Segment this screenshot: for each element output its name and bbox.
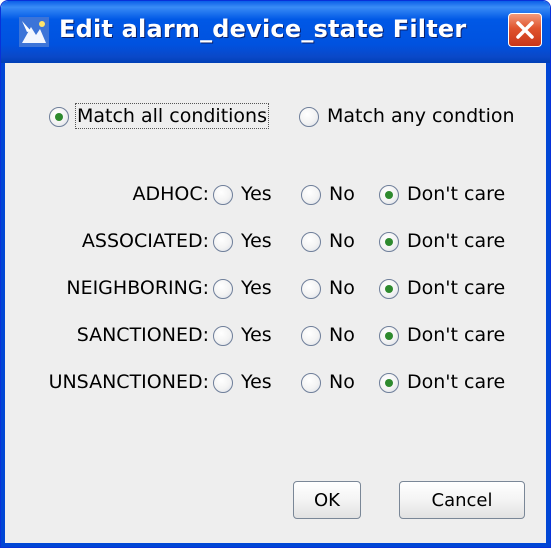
- title-bar[interactable]: Edit alarm_device_state Filter: [1, 1, 550, 63]
- option-label-no: No: [329, 324, 355, 346]
- close-x-icon: [516, 21, 534, 39]
- match-all-radio[interactable]: [49, 107, 69, 127]
- option-label-dontcare: Don't care: [407, 277, 506, 299]
- option-label-yes: Yes: [241, 324, 272, 346]
- option-label-dontcare: Don't care: [407, 183, 506, 205]
- condition-row: SANCTIONED: Yes No Don't care: [5, 324, 545, 350]
- window-title: Edit alarm_device_state Filter: [59, 15, 467, 43]
- option-label-yes: Yes: [241, 371, 272, 393]
- condition-label: ASSOCIATED:: [81, 230, 209, 252]
- option-label-no: No: [329, 277, 355, 299]
- cancel-button[interactable]: Cancel: [399, 481, 525, 519]
- app-icon: [19, 17, 49, 47]
- condition-row: ASSOCIATED: Yes No Don't care: [5, 230, 545, 256]
- radio-dontcare[interactable]: [379, 279, 399, 299]
- option-label-dontcare: Don't care: [407, 371, 506, 393]
- match-any-label: Match any condtion: [327, 105, 515, 127]
- window-frame-right: [546, 63, 550, 547]
- window-frame-bottom: [1, 543, 550, 547]
- option-label-yes: Yes: [241, 230, 272, 252]
- radio-dontcare[interactable]: [379, 232, 399, 252]
- option-label-no: No: [329, 183, 355, 205]
- match-any-radio[interactable]: [299, 107, 319, 127]
- condition-label: SANCTIONED:: [76, 324, 209, 346]
- option-label-dontcare: Don't care: [407, 324, 506, 346]
- radio-yes[interactable]: [213, 232, 233, 252]
- option-label-yes: Yes: [241, 277, 272, 299]
- filter-dialog: Edit alarm_device_state Filter Match all…: [0, 0, 551, 548]
- radio-no[interactable]: [301, 232, 321, 252]
- dialog-content: Match all conditions Match any condtion …: [5, 63, 546, 543]
- radio-dontcare[interactable]: [379, 185, 399, 205]
- radio-no[interactable]: [301, 185, 321, 205]
- ok-button[interactable]: OK: [293, 481, 361, 519]
- close-button[interactable]: [508, 13, 542, 47]
- radio-yes[interactable]: [213, 373, 233, 393]
- condition-label: UNSANCTIONED:: [48, 371, 209, 393]
- condition-row: NEIGHBORING: Yes No Don't care: [5, 277, 545, 303]
- option-label-no: No: [329, 230, 355, 252]
- condition-row: UNSANCTIONED: Yes No Don't care: [5, 371, 545, 397]
- radio-yes[interactable]: [213, 326, 233, 346]
- condition-label: ADHOC:: [132, 183, 209, 205]
- condition-label: NEIGHBORING:: [66, 277, 209, 299]
- condition-row: ADHOC: Yes No Don't care: [5, 183, 545, 209]
- radio-yes[interactable]: [213, 279, 233, 299]
- radio-no[interactable]: [301, 326, 321, 346]
- option-label-no: No: [329, 371, 355, 393]
- match-all-label: Match all conditions: [75, 103, 269, 129]
- option-label-yes: Yes: [241, 183, 272, 205]
- radio-yes[interactable]: [213, 185, 233, 205]
- option-label-dontcare: Don't care: [407, 230, 506, 252]
- radio-dontcare[interactable]: [379, 326, 399, 346]
- radio-no[interactable]: [301, 373, 321, 393]
- radio-dontcare[interactable]: [379, 373, 399, 393]
- radio-no[interactable]: [301, 279, 321, 299]
